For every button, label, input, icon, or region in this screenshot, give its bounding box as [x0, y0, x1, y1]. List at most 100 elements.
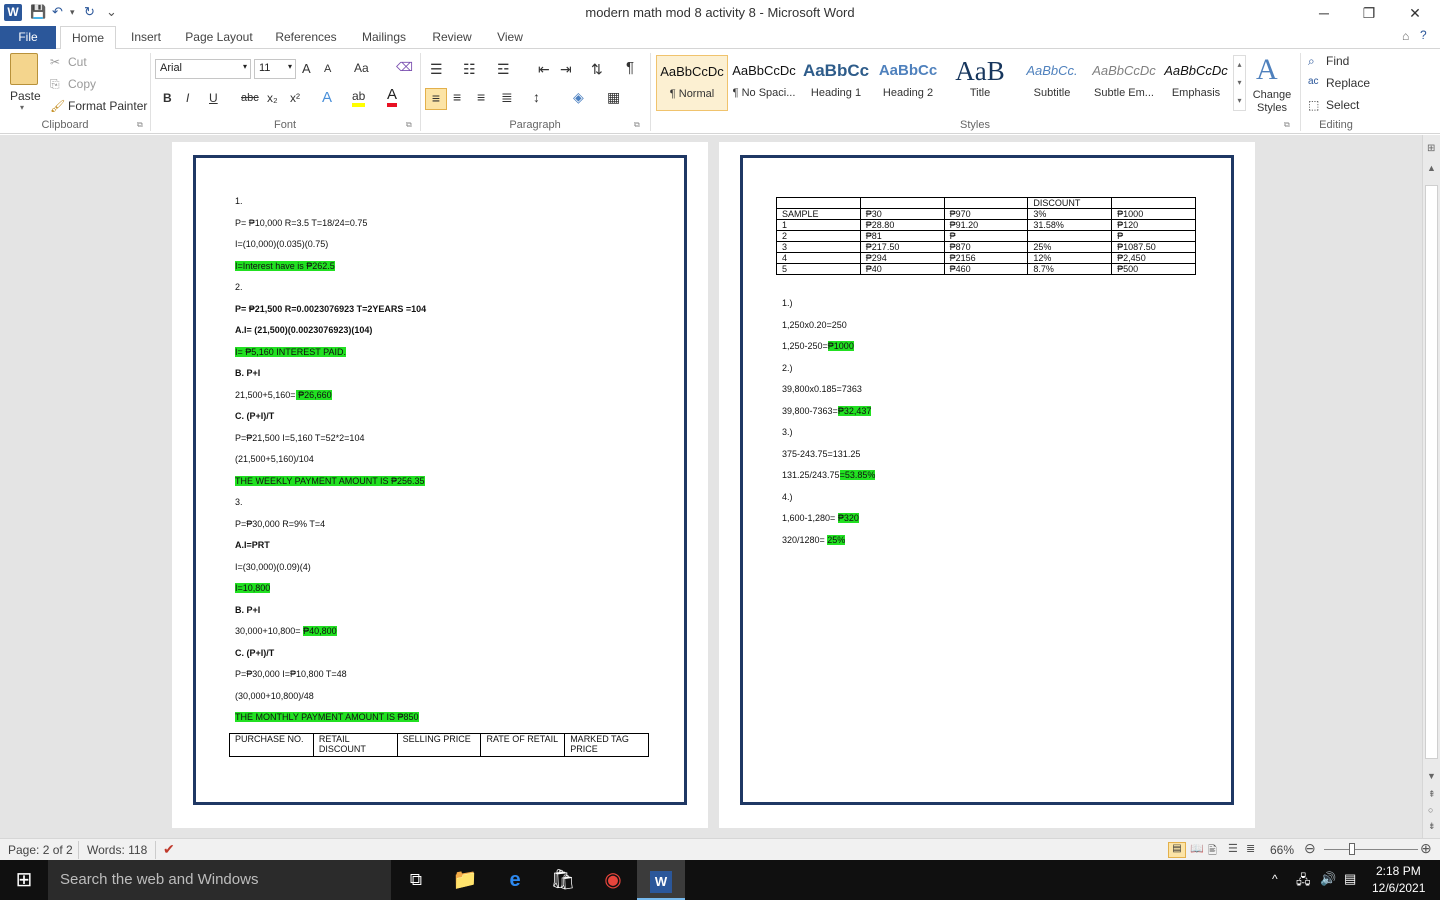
paste-dropdown-icon[interactable]: ▾: [20, 103, 24, 112]
previous-page-icon[interactable]: ⇞: [1428, 789, 1436, 800]
grow-font-button[interactable]: A: [302, 61, 311, 76]
store-icon[interactable]: 🛍: [539, 860, 587, 900]
subscript-button[interactable]: x₂: [267, 91, 278, 105]
styles-gallery-scroll[interactable]: ▴ ▾ ▾: [1233, 55, 1246, 111]
sort-icon[interactable]: ⇅: [591, 61, 603, 78]
find-button[interactable]: Find: [1326, 54, 1349, 68]
font-launcher-icon[interactable]: ⧉: [406, 120, 412, 130]
font-color-icon[interactable]: A: [387, 87, 398, 107]
superscript-button[interactable]: x²: [290, 91, 300, 105]
change-case-button[interactable]: Aa: [354, 61, 369, 75]
show-formatting-button[interactable]: ¶: [626, 59, 634, 76]
strikethrough-button[interactable]: abc: [241, 92, 259, 104]
shading-icon[interactable]: ◈: [573, 89, 584, 106]
zoom-out-icon[interactable]: ⊖: [1304, 840, 1316, 857]
chrome-icon[interactable]: ◉: [589, 860, 637, 900]
close-button[interactable]: ✕: [1395, 2, 1435, 24]
page-1[interactable]: 1. P= ₱10,000 R=3.5 T=18/24=0.75 I=(10,000…: [172, 142, 708, 828]
clipboard-launcher-icon[interactable]: ⧉: [137, 120, 143, 130]
text-effects-icon[interactable]: A: [322, 89, 332, 106]
line-spacing-icon[interactable]: ↕: [533, 89, 540, 105]
style-no-spacing[interactable]: AaBbCcDc ¶ No Spaci...: [728, 55, 800, 111]
paste-icon[interactable]: [10, 53, 38, 85]
align-right-icon[interactable]: ≡: [477, 89, 485, 105]
tab-home[interactable]: Home: [60, 26, 116, 50]
minimize-button[interactable]: ─: [1304, 2, 1344, 24]
web-layout-icon[interactable]: 🖹: [1208, 842, 1217, 861]
numbering-icon[interactable]: ☷: [463, 61, 476, 78]
clock-date[interactable]: 12/6/2021: [1372, 881, 1425, 895]
tab-review[interactable]: Review: [426, 26, 478, 49]
style-subtitle[interactable]: AaBbCc. Subtitle: [1016, 55, 1088, 111]
style-heading-1[interactable]: AaBbCc Heading 1: [800, 55, 872, 111]
align-left-icon[interactable]: ≡: [425, 88, 447, 110]
help-icon[interactable]: ?: [1420, 28, 1427, 42]
zoom-slider-track[interactable]: [1324, 849, 1418, 850]
vertical-scrollbar[interactable]: ⊞ ▲ ▼ ⇞ ○ ⇟: [1422, 135, 1440, 838]
edge-icon[interactable]: e: [491, 860, 539, 900]
draft-icon[interactable]: ≣: [1246, 842, 1255, 855]
clock-time[interactable]: 2:18 PM: [1376, 864, 1421, 878]
scroll-thumb[interactable]: [1425, 185, 1438, 759]
ruler-toggle-icon[interactable]: ⊞: [1427, 143, 1435, 154]
style-subtle-emphasis[interactable]: AaBbCcDc Subtle Em...: [1088, 55, 1160, 111]
borders-icon[interactable]: ▦: [607, 89, 620, 106]
bold-button[interactable]: B: [163, 91, 172, 105]
outline-icon[interactable]: ☰: [1228, 842, 1238, 855]
change-styles-button[interactable]: Change Styles: [1250, 89, 1294, 115]
taskbar-search[interactable]: Search the web and Windows: [48, 860, 391, 900]
change-styles-icon[interactable]: A: [1256, 53, 1278, 87]
font-name-select[interactable]: Arial ▾: [155, 59, 251, 79]
italic-button[interactable]: I: [186, 91, 189, 105]
next-page-icon[interactable]: ⇟: [1428, 821, 1436, 832]
file-explorer-icon[interactable]: 📁: [441, 860, 489, 900]
multilevel-list-icon[interactable]: ☲: [497, 61, 510, 78]
word-count[interactable]: Words: 118: [87, 843, 147, 857]
zoom-slider-thumb[interactable]: [1349, 843, 1355, 855]
scroll-up-icon[interactable]: ▲: [1427, 163, 1436, 173]
tab-mailings[interactable]: Mailings: [356, 26, 412, 49]
tab-insert[interactable]: Insert: [124, 26, 168, 49]
style-emphasis[interactable]: AaBbCcDc Emphasis: [1160, 55, 1232, 111]
font-size-select[interactable]: 11 ▾: [254, 59, 296, 79]
zoom-level[interactable]: 66%: [1270, 843, 1294, 857]
style-normal[interactable]: AaBbCcDc ¶ Normal: [656, 55, 728, 111]
full-screen-reading-icon[interactable]: 📖: [1190, 842, 1204, 855]
paste-button[interactable]: Paste: [10, 89, 41, 103]
paragraph-launcher-icon[interactable]: ⧉: [634, 120, 640, 130]
network-icon[interactable]: 🖧: [1296, 871, 1311, 893]
word-taskbar-icon[interactable]: W: [637, 860, 685, 900]
task-view-icon[interactable]: ⧉: [392, 860, 440, 900]
collapse-ribbon-icon[interactable]: ⌂: [1402, 29, 1409, 43]
start-icon[interactable]: ⊞: [0, 860, 48, 900]
bullets-icon[interactable]: ☰: [430, 61, 443, 78]
scroll-down-icon[interactable]: ▼: [1427, 771, 1436, 781]
justify-icon[interactable]: ≣: [501, 89, 513, 106]
tab-references[interactable]: References: [270, 26, 342, 49]
tab-file[interactable]: File: [0, 26, 56, 49]
styles-launcher-icon[interactable]: ⧉: [1284, 120, 1290, 130]
volume-icon[interactable]: 🔊: [1320, 871, 1336, 887]
cut-button[interactable]: Cut: [68, 55, 87, 69]
shrink-font-button[interactable]: A: [324, 63, 331, 75]
highlight-color-icon[interactable]: ab: [352, 89, 366, 107]
underline-button[interactable]: U: [209, 91, 218, 105]
copy-button[interactable]: Copy: [68, 77, 96, 91]
page-count[interactable]: Page: 2 of 2: [8, 843, 73, 857]
decrease-indent-icon[interactable]: ⇤: [538, 61, 550, 78]
tab-page-layout[interactable]: Page Layout: [180, 26, 258, 49]
style-heading-2[interactable]: AaBbCc Heading 2: [872, 55, 944, 111]
select-browse-object-icon[interactable]: ○: [1428, 805, 1433, 815]
clear-formatting-icon[interactable]: ⌫: [396, 60, 413, 74]
action-center-icon[interactable]: ▤: [1344, 871, 1356, 887]
tab-view[interactable]: View: [490, 26, 530, 49]
replace-button[interactable]: Replace: [1326, 76, 1370, 90]
print-layout-icon[interactable]: ▤: [1168, 842, 1186, 858]
increase-indent-icon[interactable]: ⇥: [560, 61, 572, 78]
document-area[interactable]: 1. P= ₱10,000 R=3.5 T=18/24=0.75 I=(10,000…: [0, 135, 1422, 838]
select-button[interactable]: Select: [1326, 98, 1359, 112]
align-center-icon[interactable]: ≡: [453, 89, 461, 105]
page-2[interactable]: DISCOUNT SAMPLE ₱30 ₱970 3% ₱1000 1 ₱28.80 ₱91.2…: [719, 142, 1255, 828]
restore-button[interactable]: ❐: [1349, 2, 1389, 24]
show-hidden-icons-icon[interactable]: ^: [1272, 872, 1278, 886]
